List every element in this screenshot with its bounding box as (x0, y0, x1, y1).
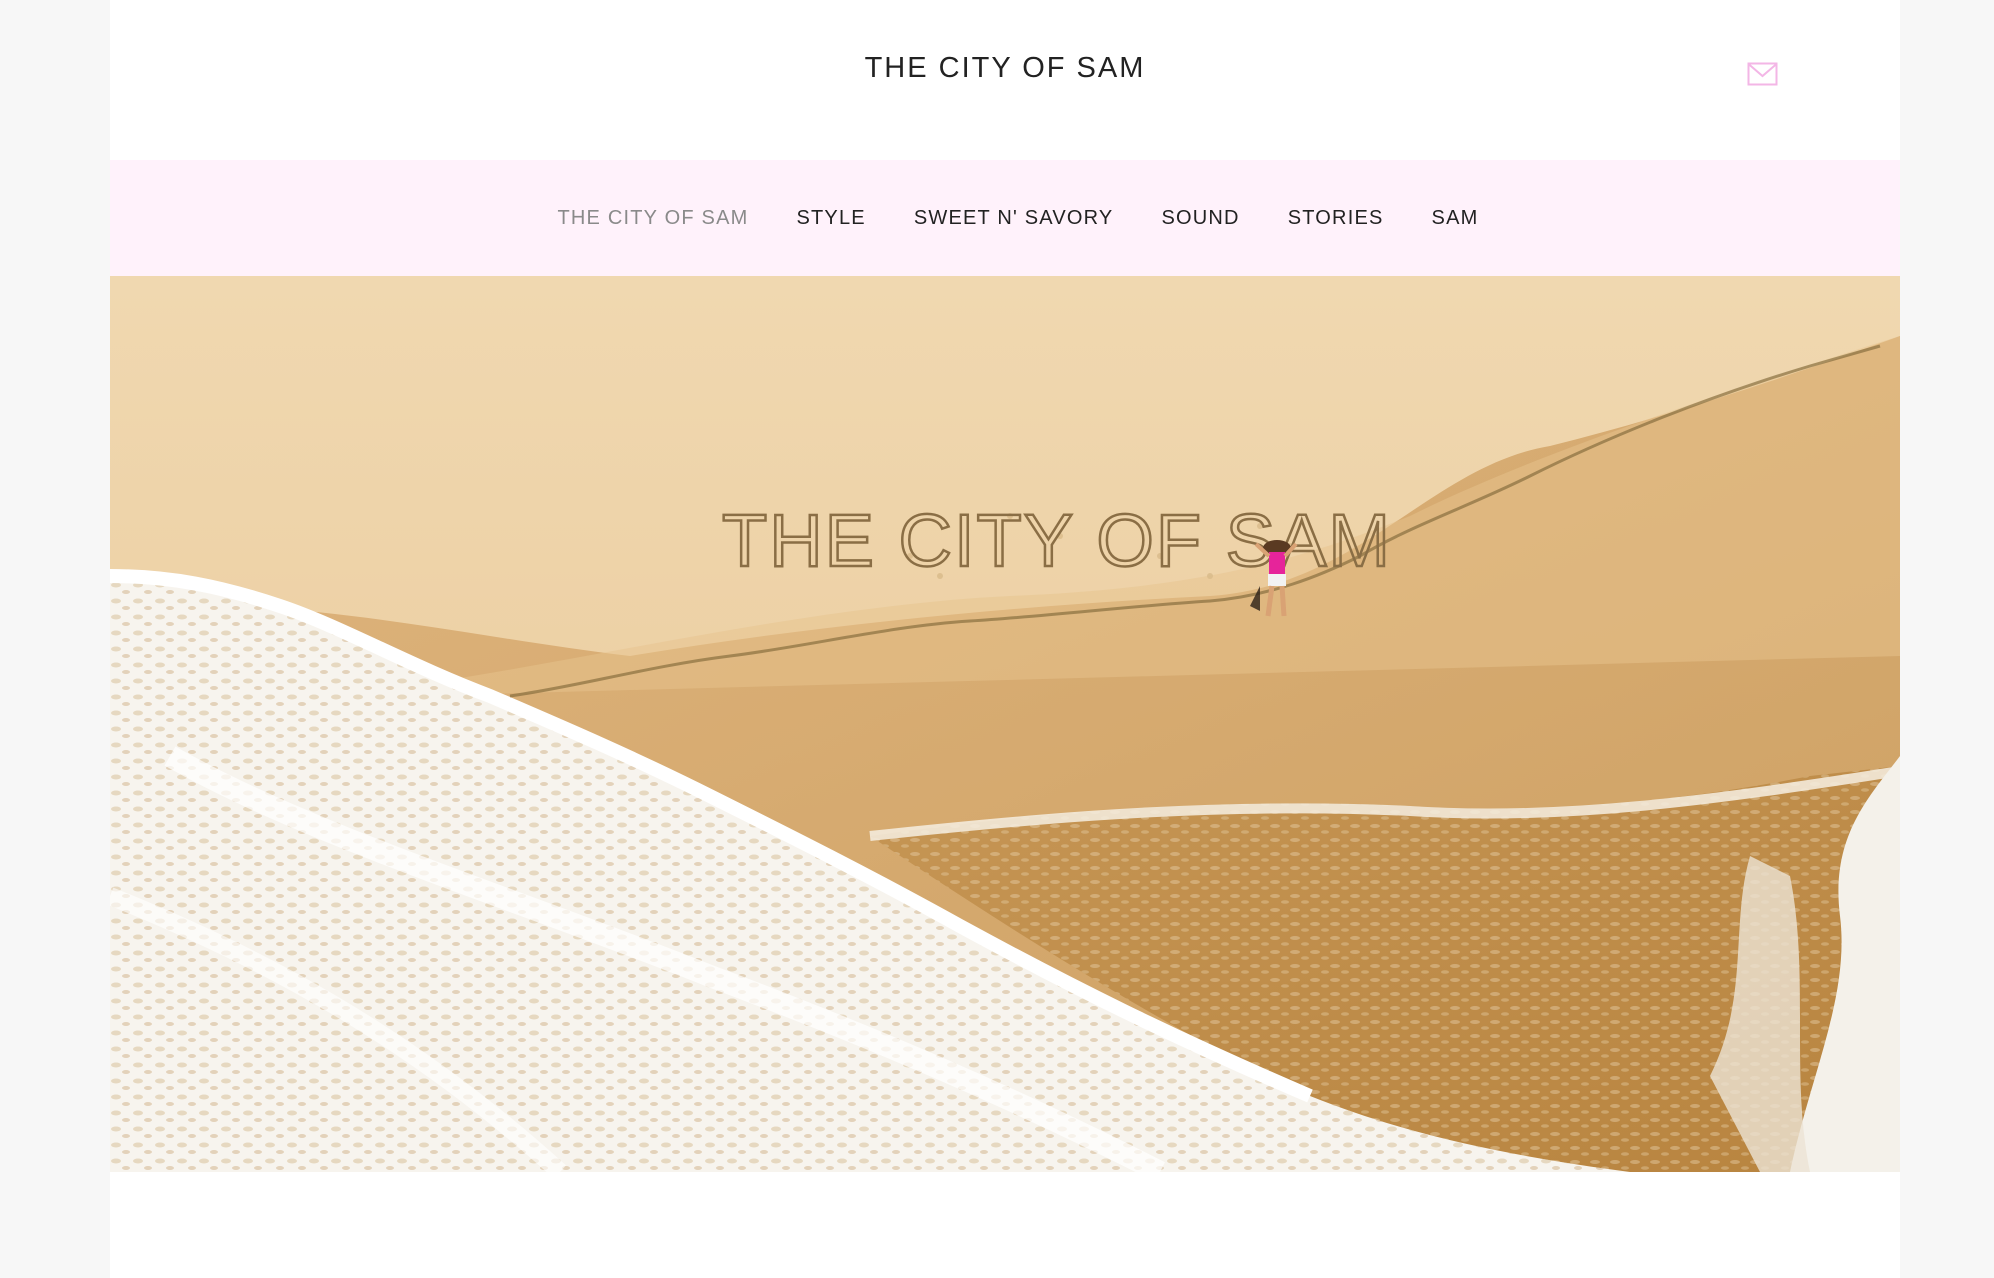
nav-item-the-city-of-sam[interactable]: THE CITY OF SAM (557, 207, 748, 230)
sand-writing-text: THE CITY OF SAM (722, 499, 1392, 582)
envelope-icon[interactable] (1747, 62, 1778, 86)
site-header: THE CITY OF SAM (110, 0, 1900, 160)
hero-image: THE CITY OF SAM (110, 276, 1900, 1172)
nav-item-sweet-n-savory[interactable]: SWEET N' SAVORY (914, 207, 1114, 230)
beach-aerial-photo: THE CITY OF SAM (110, 276, 1900, 1172)
main-nav: THE CITY OF SAM STYLE SWEET N' SAVORY SO… (110, 160, 1900, 276)
nav-item-sound[interactable]: SOUND (1161, 207, 1239, 230)
nav-item-style[interactable]: STYLE (796, 207, 865, 230)
nav-item-sam[interactable]: SAM (1432, 207, 1479, 230)
nav-item-stories[interactable]: STORIES (1288, 207, 1384, 230)
page: THE CITY OF SAM THE CITY OF SAM STYLE SW… (110, 0, 1900, 1278)
site-title-link[interactable]: THE CITY OF SAM (110, 52, 1900, 85)
nav-list: THE CITY OF SAM STYLE SWEET N' SAVORY SO… (110, 160, 1900, 276)
